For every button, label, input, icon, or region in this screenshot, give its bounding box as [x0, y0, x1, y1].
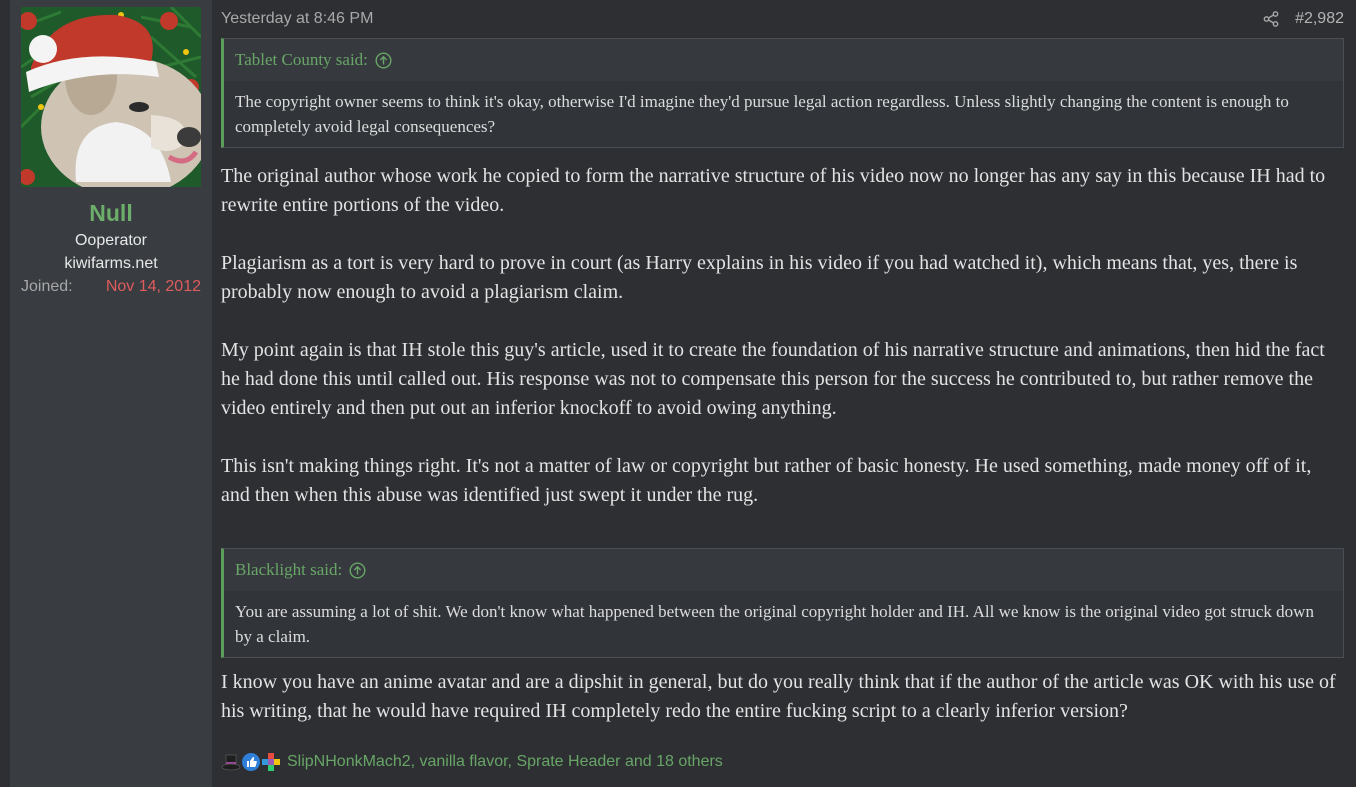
joined-date: Nov 14, 2012 — [105, 278, 201, 295]
post-meta-bar: Yesterday at 8:46 PM #2,982 — [221, 0, 1344, 38]
quote-text: The copyright owner seems to think it's … — [224, 81, 1343, 147]
joined-row: Joined: Nov 14, 2012 — [21, 278, 201, 296]
post-number-link[interactable]: #2,982 — [1295, 10, 1344, 28]
user-site: kiwifarms.net — [64, 255, 158, 272]
quote-block-1: Tablet County said: The copyright owner … — [221, 38, 1344, 148]
username[interactable]: Null — [21, 200, 201, 227]
reaction-icons[interactable] — [221, 752, 281, 772]
quote-author[interactable]: Tablet County said: — [235, 50, 368, 70]
goto-quote-icon[interactable] — [349, 561, 366, 579]
quote-header: Tablet County said: — [224, 39, 1343, 81]
share-icon[interactable] — [1263, 11, 1279, 27]
post-content-column: Yesterday at 8:46 PM #2,982 Tablet Count… — [212, 0, 1356, 787]
reactions-bar: SlipNHonkMach2, vanilla flavor, Sprate H… — [221, 752, 723, 772]
user-info-column: Null Ooperator kiwifarms.net Joined: Nov… — [10, 0, 212, 787]
quote-block-2: Blacklight said: You are assuming a lot … — [221, 548, 1344, 658]
user-title: Ooperator — [74, 232, 148, 249]
post-paragraph: This isn't making things right. It's not… — [221, 455, 1312, 506]
quote-text: You are assuming a lot of shit. We don't… — [224, 591, 1343, 657]
quote-author[interactable]: Blacklight said: — [235, 560, 342, 580]
quote-header: Blacklight said: — [224, 549, 1343, 591]
goto-quote-icon[interactable] — [375, 51, 392, 69]
post-paragraph: My point again is that IH stole this guy… — [221, 339, 1325, 419]
post-meta-actions: #2,982 — [1263, 10, 1344, 28]
post-timestamp[interactable]: Yesterday at 8:46 PM — [221, 10, 373, 28]
post-paragraph: The original author whose work he copied… — [221, 165, 1326, 216]
avatar[interactable] — [21, 7, 201, 187]
post-reply-paragraph: I know you have an anime avatar and are … — [221, 671, 1336, 722]
thumbs-up-reaction-icon — [242, 753, 260, 771]
joined-label: Joined: — [21, 278, 73, 295]
tophat-reaction-icon — [221, 754, 241, 771]
forum-post: Null Ooperator kiwifarms.net Joined: Nov… — [10, 0, 1356, 787]
autistic-reaction-icon — [262, 753, 280, 771]
reaction-users-link[interactable]: SlipNHonkMach2, vanilla flavor, Sprate H… — [287, 753, 723, 771]
post-paragraph: Plagiarism as a tort is very hard to pro… — [221, 252, 1298, 303]
